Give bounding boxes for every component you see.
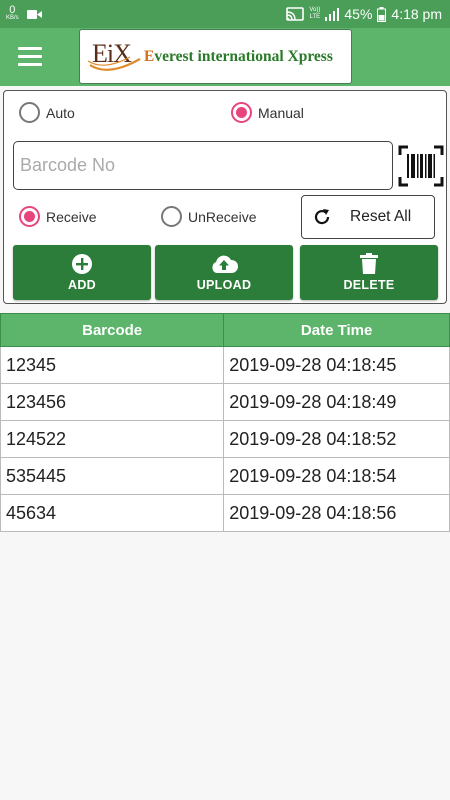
volte-top: Vo)) <box>309 7 321 13</box>
datetime-cell: 2019-09-28 04:18:56 <box>223 494 450 532</box>
app-bar: EiX Everest international Xpress <box>0 28 450 86</box>
manual-radio-label: Manual <box>258 104 304 121</box>
add-button[interactable]: ADD <box>13 245 151 300</box>
company-name-initial: E <box>144 47 155 65</box>
network-speed-unit: KB/s <box>6 15 19 21</box>
auto-radio-button[interactable] <box>19 102 40 123</box>
table-row[interactable]: 45634 2019-09-28 04:18:56 <box>0 494 450 532</box>
add-button-label: ADD <box>68 278 96 292</box>
receive-radio[interactable]: Receive <box>19 206 97 227</box>
upload-button[interactable]: UPLOAD <box>155 245 293 300</box>
upload-button-label: UPLOAD <box>196 278 252 292</box>
refresh-icon <box>314 209 330 225</box>
unreceive-radio-button[interactable] <box>161 206 182 227</box>
company-logo: EiX Everest international Xpress <box>79 29 352 84</box>
receive-radio-button[interactable] <box>19 206 40 227</box>
barcode-cell: 535445 <box>0 457 225 495</box>
table-header-row: Barcode Date Time <box>0 313 450 347</box>
table-row[interactable]: 124522 2019-09-28 04:18:52 <box>0 420 450 458</box>
battery-percent: 45% <box>344 6 373 22</box>
barcode-cell: 124522 <box>0 420 225 458</box>
add-circle-icon <box>72 254 92 274</box>
network-speed-value: 0 <box>9 4 16 16</box>
scan-control-panel: Auto Manual Receive UnReceive <box>3 90 447 304</box>
table-row[interactable]: 535445 2019-09-28 04:18:54 <box>0 457 450 495</box>
barcode-cell: 12345 <box>0 346 225 384</box>
manual-radio[interactable]: Manual <box>231 102 304 123</box>
receive-radio-label: Receive <box>46 208 97 225</box>
network-speed: 0 KB/s <box>6 4 19 22</box>
logo-swoosh-icon <box>88 55 141 71</box>
table-row[interactable]: 123456 2019-09-28 04:18:49 <box>0 383 450 421</box>
column-header-barcode: Barcode <box>0 313 225 347</box>
datetime-cell: 2019-09-28 04:18:49 <box>223 383 450 421</box>
logo-mark: EiX <box>88 39 142 73</box>
barcode-scan-icon[interactable] <box>398 145 444 187</box>
company-name-rest: verest international Xpress <box>154 47 333 65</box>
manual-radio-button[interactable] <box>231 102 252 123</box>
delete-button-label: DELETE <box>343 278 395 292</box>
table-row[interactable]: 12345 2019-09-28 04:18:45 <box>0 346 450 384</box>
delete-button[interactable]: DELETE <box>300 245 438 300</box>
clock: 4:18 pm <box>391 6 442 22</box>
cast-icon <box>286 7 305 21</box>
scanned-items-table: Barcode Date Time 12345 2019-09-28 04:18… <box>0 313 450 532</box>
cloud-upload-icon <box>212 255 239 273</box>
barcode-cell: 123456 <box>0 383 225 421</box>
auto-radio[interactable]: Auto <box>19 102 75 123</box>
barcode-cell: 45634 <box>0 494 225 532</box>
reset-all-button[interactable]: Reset All <box>301 195 435 239</box>
signal-icon <box>325 7 340 21</box>
status-bar: 0 KB/s Vo)) LTE 45% 4:18 pm <box>0 0 450 28</box>
unreceive-radio-label: UnReceive <box>188 208 257 225</box>
datetime-cell: 2019-09-28 04:18:52 <box>223 420 450 458</box>
datetime-cell: 2019-09-28 04:18:45 <box>223 346 450 384</box>
volte-indicator: Vo)) LTE <box>309 7 320 21</box>
company-name: Everest international Xpress <box>144 48 333 66</box>
reset-all-label: Reset All <box>350 208 412 225</box>
auto-radio-label: Auto <box>46 104 75 121</box>
unreceive-radio[interactable]: UnReceive <box>161 206 256 227</box>
battery-icon <box>377 6 387 22</box>
datetime-cell: 2019-09-28 04:18:54 <box>223 457 450 495</box>
volte-bottom: LTE <box>309 14 321 20</box>
trash-icon <box>360 253 378 274</box>
video-camera-icon <box>26 9 42 19</box>
barcode-input[interactable] <box>13 141 393 190</box>
column-header-datetime: Date Time <box>223 313 450 347</box>
menu-icon[interactable] <box>18 47 42 67</box>
